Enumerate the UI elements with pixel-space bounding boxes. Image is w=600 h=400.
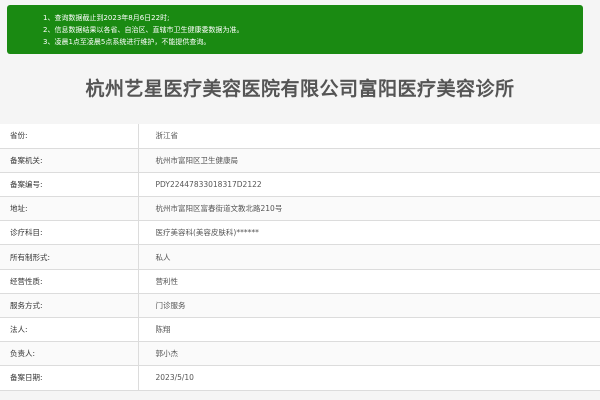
row-value: 2023/5/10	[138, 365, 600, 391]
notice-line-3: 3、凌晨1点至凌晨5点系统进行维护，不能提供查询。	[43, 38, 211, 46]
notice-banner: 1、查询数据截止到2023年8月6日22时; 2、信息数据结果以各省、自治区、直…	[7, 5, 583, 54]
row-label: 经营性质:	[0, 269, 139, 294]
row-label: 诊疗科目:	[0, 220, 139, 246]
row-value: PDY22447833018317D2122	[138, 172, 600, 198]
row-value: 杭州市富阳区富春街道文教北路210号	[138, 196, 600, 222]
table-row-departments: 诊疗科目: 医疗美容科(美容皮肤科)******	[0, 220, 600, 246]
notice-line-2: 2、信息数据结果以各省、自治区、直辖市卫生健康委数据为准。	[43, 26, 244, 34]
row-label: 法人:	[0, 317, 139, 343]
record-table: 省份: 浙江省 备案机关: 杭州市富阳区卫生健康局 备案编号: PDY22447…	[0, 124, 600, 391]
row-value: 门诊服务	[138, 293, 600, 319]
row-label: 负责人:	[0, 341, 139, 367]
table-row-person-in-charge: 负责人: 郭小杰	[0, 341, 600, 367]
table-row-record-date: 备案日期: 2023/5/10	[0, 365, 600, 391]
table-row-authority: 备案机关: 杭州市富阳区卫生健康局	[0, 148, 600, 173]
row-value: 私人	[138, 244, 600, 270]
row-label: 省份:	[0, 124, 139, 149]
table-row-legal-person: 法人: 陈翔	[0, 317, 600, 343]
row-value: 郭小杰	[138, 341, 600, 367]
table-row-ownership: 所有制形式: 私人	[0, 244, 600, 270]
table-row-record-number: 备案编号: PDY22447833018317D2122	[0, 172, 600, 198]
row-label: 备案日期:	[0, 365, 139, 391]
table-row-address: 地址: 杭州市富阳区富春街道文教北路210号	[0, 196, 600, 222]
row-label: 地址:	[0, 196, 139, 222]
row-value: 陈翔	[138, 317, 600, 343]
table-row-province: 省份: 浙江省	[0, 124, 600, 149]
row-value: 杭州市富阳区卫生健康局	[138, 148, 600, 173]
row-value: 浙江省	[138, 124, 600, 149]
row-label: 所有制形式:	[0, 244, 139, 270]
row-value: 营利性	[138, 269, 600, 294]
row-label: 服务方式:	[0, 293, 139, 319]
row-label: 备案编号:	[0, 172, 139, 198]
table-row-service-type: 服务方式: 门诊服务	[0, 293, 600, 319]
row-value: 医疗美容科(美容皮肤科)******	[138, 220, 600, 246]
row-label: 备案机关:	[0, 148, 139, 173]
table-row-business-nature: 经营性质: 营利性	[0, 269, 600, 294]
page-title: 杭州艺星医疗美容医院有限公司富阳医疗美容诊所	[85, 78, 515, 100]
notice-line-1: 1、查询数据截止到2023年8月6日22时;	[43, 14, 170, 22]
